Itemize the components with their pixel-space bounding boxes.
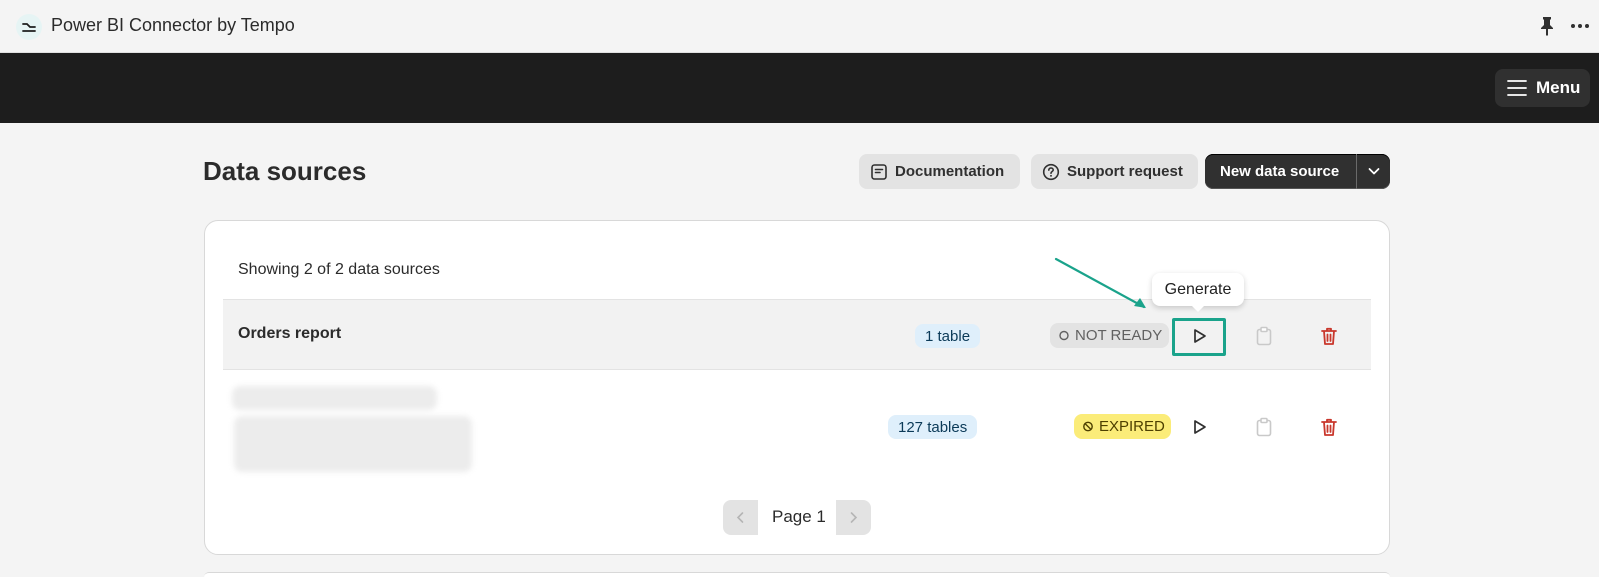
next-card-edge xyxy=(204,572,1390,577)
redacted-name xyxy=(232,386,437,410)
page-title: Data sources xyxy=(203,156,367,186)
button-divider xyxy=(1356,154,1357,189)
generate-highlight-box xyxy=(1172,318,1226,356)
navigation-bar xyxy=(0,53,1599,123)
support-request-label: Support request xyxy=(1067,163,1183,180)
chevron-down-icon[interactable] xyxy=(1366,163,1382,179)
new-data-source-button[interactable]: New data source xyxy=(1205,154,1390,189)
copy-button xyxy=(1250,413,1278,441)
generate-button[interactable] xyxy=(1185,413,1213,441)
app-logo-icon xyxy=(16,14,42,40)
table-count-badge[interactable]: 127 tables xyxy=(888,415,978,439)
generate-tooltip: Generate xyxy=(1152,273,1244,312)
redacted-details xyxy=(234,416,472,472)
status-badge: EXPIRED xyxy=(1074,414,1171,439)
delete-button[interactable] xyxy=(1315,322,1343,350)
copy-button xyxy=(1250,322,1278,350)
trash-icon xyxy=(1321,327,1337,345)
more-options-icon[interactable] xyxy=(1568,14,1592,38)
status-label: EXPIRED xyxy=(1099,418,1165,435)
app-title: Power BI Connector by Tempo xyxy=(51,15,295,35)
clipboard-icon xyxy=(1256,326,1272,346)
menu-button-label: Menu xyxy=(1536,78,1581,97)
documentation-button[interactable]: Documentation xyxy=(859,154,1020,189)
support-request-button[interactable]: Support request xyxy=(1031,154,1198,189)
question-circle-icon xyxy=(1042,163,1060,181)
pin-icon[interactable] xyxy=(1537,15,1557,37)
status-label: NOT READY xyxy=(1075,327,1163,344)
status-badge: NOT READY xyxy=(1050,323,1169,348)
new-data-source-label: New data source xyxy=(1220,163,1340,180)
table-count-badge[interactable]: 1 table xyxy=(915,324,981,348)
expired-clock-icon xyxy=(1083,421,1093,432)
showing-count-text: Showing 2 of 2 data sources xyxy=(238,261,440,278)
documentation-label: Documentation xyxy=(895,163,1005,180)
annotation-arrow-icon xyxy=(1054,257,1146,309)
page-indicator: Page 1 xyxy=(772,507,826,526)
document-icon xyxy=(871,164,887,180)
chevron-left-icon xyxy=(736,512,744,523)
data-source-name[interactable]: Orders report xyxy=(238,325,341,343)
trash-icon xyxy=(1321,418,1337,436)
delete-button[interactable] xyxy=(1315,413,1343,441)
play-icon xyxy=(1194,420,1206,434)
next-page-button[interactable] xyxy=(836,500,871,535)
chevron-right-icon xyxy=(850,512,858,523)
menu-button[interactable]: Menu xyxy=(1495,69,1590,107)
circle-outline-icon xyxy=(1059,330,1069,341)
hamburger-icon xyxy=(1507,80,1527,96)
previous-page-button[interactable] xyxy=(723,500,758,535)
clipboard-icon xyxy=(1256,417,1272,437)
